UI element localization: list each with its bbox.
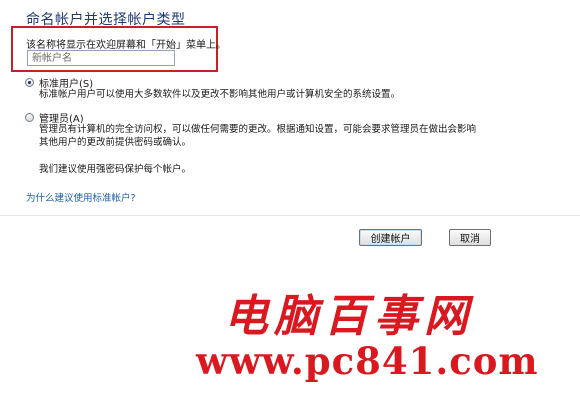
password-recommendation: 我们建议使用强密码保护每个帐户。 [39,164,192,175]
divider [0,215,580,216]
name-hint: 该名称将显示在欢迎屏幕和「开始」菜单上。 [26,40,226,51]
administrator-description-line-1: 管理员有计算机的完全访问权，可以做任何需要的更改。根据通知设置，可能会要求管理员… [39,124,477,135]
radio-standard-user-indicator[interactable] [25,78,34,87]
standard-user-description: 标准帐户用户可以使用大多数软件以及更改不影响其他用户或计算机安全的系统设置。 [39,89,401,100]
cancel-button[interactable]: 取消 [449,229,491,246]
create-account-button[interactable]: 创建帐户 [359,229,422,246]
radio-administrator-indicator[interactable] [25,113,34,122]
watermark-url: www.pc841.com [196,339,539,383]
watermark-logo: 电脑百事网 [224,291,474,342]
why-standard-account-link[interactable]: 为什么建议使用标准帐户? [26,190,136,204]
account-name-input[interactable] [27,50,175,66]
administrator-description-line-2: 其他用户的更改前提供密码或确认。 [39,137,192,148]
